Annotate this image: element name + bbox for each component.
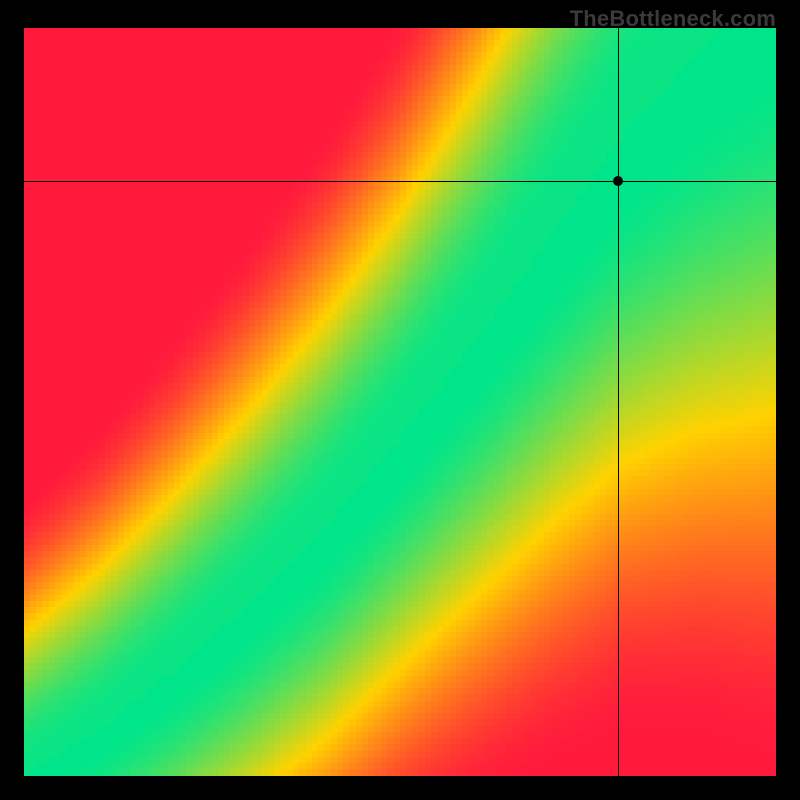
heatmap-canvas — [24, 28, 776, 776]
stage: TheBottleneck.com — [0, 0, 800, 800]
heatmap-plot — [24, 28, 776, 776]
watermark-text: TheBottleneck.com — [570, 6, 776, 32]
